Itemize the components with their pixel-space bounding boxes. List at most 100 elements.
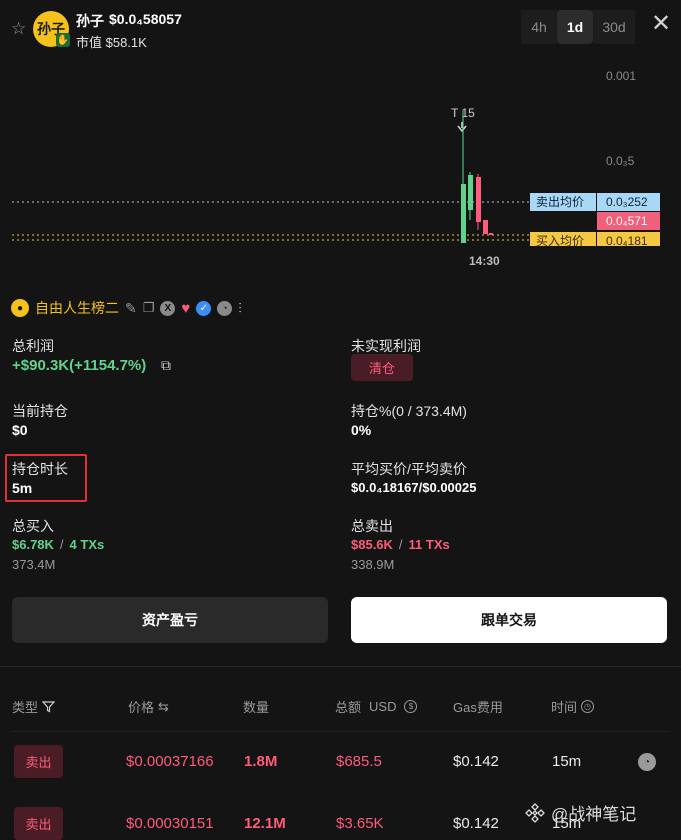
current-price-value: 0.0₄571	[606, 214, 648, 228]
total-sell-txs: 11 TXs	[408, 537, 450, 552]
trade-type-badge: 卖出	[14, 807, 63, 840]
price-tick: 0.0₃5	[606, 154, 635, 168]
candle-down	[489, 233, 493, 235]
filter-icon[interactable]	[42, 700, 56, 713]
avg-price-value: $0.0₄18167/$0.00025	[351, 480, 477, 495]
trade-type-badge: 卖出	[14, 745, 63, 778]
trade-price: $0.00037166	[126, 753, 214, 770]
verified-icon: ✓	[196, 300, 212, 316]
clock-icon[interactable]: ◷	[581, 700, 595, 713]
trade-qty: 12.1M	[244, 815, 286, 832]
copy-trade-button-label: 跟单交易	[481, 612, 537, 628]
price-chart: 0.001 0.0₃5 T 15 14:30 卖出均价 0.0₃252 0.0₄…	[12, 69, 660, 268]
unrealized-label: 未实现利润	[351, 338, 421, 354]
candle-up	[461, 184, 466, 243]
clear-position-label: 清仓	[368, 361, 395, 376]
copy-icon[interactable]: ❐	[143, 300, 155, 316]
th-time[interactable]: 时间 ◷	[551, 697, 595, 716]
pnl-button[interactable]: 资产盈亏	[12, 597, 328, 643]
wallet-row: ● 自由人生榜二 ✎ ❐ X ♥ ✓ ◔ ⫶	[11, 298, 242, 318]
clear-position-button[interactable]: 清仓	[351, 354, 413, 381]
tab-30d-label: 30d	[602, 19, 626, 35]
holding-pct-value: 0%	[351, 422, 372, 438]
tab-4h-label: 4h	[531, 19, 547, 35]
copy-trade-button[interactable]: 跟单交易	[351, 597, 667, 643]
holding-value: $0	[12, 422, 28, 438]
explorer-icon[interactable]: ◔	[638, 753, 656, 771]
edit-icon[interactable]: ✎	[125, 300, 137, 317]
watermark-text: @战神笔记	[551, 805, 637, 824]
th-qty: 数量	[243, 700, 270, 715]
platform-badge-icon: ✋	[56, 33, 70, 47]
th-total: 总额 USD $	[335, 697, 418, 716]
price-tick: 0.001	[606, 69, 636, 83]
x-twitter-icon[interactable]: X	[160, 300, 176, 316]
th-total-label: 总额	[335, 700, 362, 715]
total-buy-qty: 373.4M	[12, 557, 56, 572]
th-price[interactable]: 价格 ⇆	[128, 697, 169, 716]
star-icon[interactable]: ☆	[11, 19, 26, 39]
th-gas: Gas费用	[453, 700, 503, 715]
total-sell-label: 总卖出	[351, 518, 393, 534]
share-icon[interactable]: ⧉	[161, 357, 171, 374]
th-type[interactable]: 类型	[12, 697, 56, 716]
total-profit-value: +$90.3K(+1154.7%)	[12, 357, 147, 374]
trade-type: 卖出	[25, 817, 52, 832]
token-price: $0.0₄58057	[109, 11, 182, 27]
total-sell-qty: 338.9M	[351, 557, 395, 572]
close-icon[interactable]: ✕	[651, 9, 671, 38]
table-divider	[12, 731, 669, 732]
currency-toggle-icon[interactable]: $	[404, 700, 418, 713]
buy-avg-label: 买入均价	[536, 234, 584, 248]
total-sell-row: $85.6K / 11 TXs	[351, 537, 450, 552]
tab-1d-label: 1d	[566, 19, 584, 35]
avg-price-label: 平均买价/平均卖价	[351, 461, 467, 477]
th-time-label: 时间	[551, 700, 578, 715]
wallet-name[interactable]: 自由人生榜二	[35, 298, 119, 318]
heart-icon[interactable]: ♥	[181, 300, 190, 317]
total-sell-amount: $85.6K	[351, 537, 393, 552]
table-row[interactable]: 卖出 $0.00037166 1.8M $685.5 $0.142 15m ◔	[0, 740, 681, 784]
total-sell-sep: /	[398, 537, 403, 552]
sell-avg-value: 0.0₃252	[606, 195, 648, 209]
candle-up	[468, 175, 473, 210]
swap-icon[interactable]: ⇆	[158, 699, 169, 715]
wallet-avatar-icon: ●	[11, 299, 29, 317]
down-arrow-icon	[457, 122, 467, 133]
tab-30d[interactable]: 30d	[593, 10, 635, 44]
total-buy-label: 总买入	[12, 518, 54, 534]
th-type-label: 类型	[12, 700, 39, 715]
buy-avg-value: 0.0₄181	[606, 234, 648, 248]
trade-gas: $0.142	[453, 815, 499, 832]
header: ☆ 孙子 ✋ 孙子 $0.0₄58057 市值 $58.1K 4h 1d 30d…	[0, 0, 681, 60]
total-buy-txs: 4 TXs	[69, 537, 105, 552]
total-buy-sep: /	[59, 537, 64, 552]
candlestick-icon[interactable]: ⫶	[238, 300, 242, 317]
total-profit-label: 总利润	[12, 338, 54, 354]
candle-down	[476, 177, 481, 222]
holding-pct-label: 持仓%(0 / 373.4M)	[351, 403, 467, 419]
watermark: @战神笔记	[525, 800, 636, 825]
binance-logo-icon	[525, 802, 545, 823]
trade-qty: 1.8M	[244, 753, 278, 770]
sell-avg-label: 卖出均价	[536, 195, 584, 209]
trade-type: 卖出	[25, 755, 52, 770]
total-buy-row: $6.78K / 4 TXs	[12, 537, 104, 552]
tab-4h[interactable]: 4h	[521, 10, 557, 44]
th-usd-label[interactable]: USD	[369, 699, 396, 714]
explorer-icon[interactable]: ◔	[217, 300, 233, 316]
th-price-label: 价格	[128, 700, 155, 715]
trade-total: $3.65K	[336, 815, 384, 832]
tab-1d[interactable]: 1d	[557, 10, 593, 44]
trade-total: $685.5	[336, 753, 382, 770]
trade-time: 15m	[552, 753, 582, 770]
time-axis-label: 14:30	[469, 254, 500, 268]
market-cap: 市值 $58.1K	[76, 35, 147, 50]
token-name: 孙子	[76, 13, 104, 29]
highlight-box	[5, 454, 87, 502]
pnl-button-label: 资产盈亏	[142, 612, 198, 628]
holding-label: 当前持仓	[12, 403, 68, 419]
trade-price: $0.00030151	[126, 815, 214, 832]
total-buy-amount: $6.78K	[12, 537, 54, 552]
trade-gas: $0.142	[453, 753, 499, 770]
